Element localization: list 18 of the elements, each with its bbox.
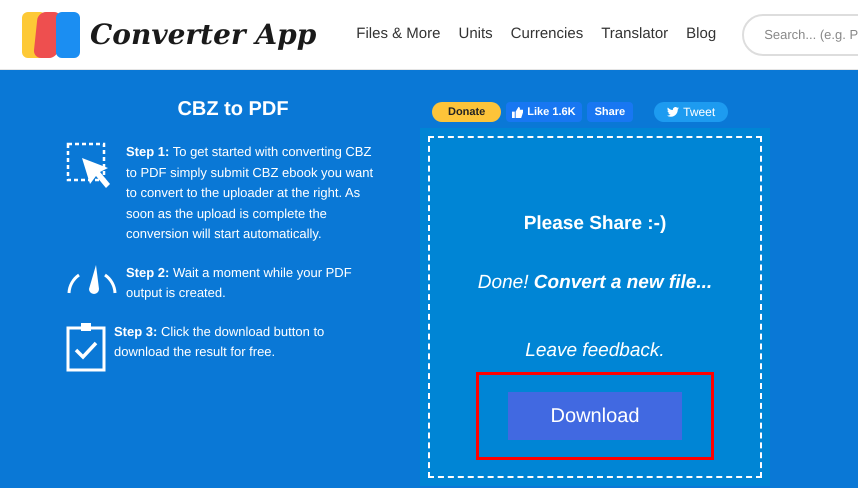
donate-button[interactable]: Donate [432,102,502,122]
like-button[interactable]: Like 1.6K [506,102,582,122]
feedback-link[interactable]: Leave feedback. [525,337,665,366]
share-heading: Please Share :-) [524,212,666,236]
step-text: Step 1: To get started with converting CBZ to PDF simply submit CBZ ebook you want to convert to the uploader at the right. As soon as the upload is complete the conversion will start automatically. [126,143,374,243]
step-text: Step 2: Wait a moment while your PDF output is created. [126,264,353,302]
nav-link[interactable]: Translator [601,23,668,46]
search-field[interactable]: Search... (e.g. P [742,14,858,56]
nav-link[interactable]: Files & More [356,23,440,46]
logo-text: Converter App [90,16,316,52]
convert-link[interactable]: Done! Convert a new file... [478,268,712,297]
share-button[interactable]: Share [586,102,634,122]
nav-link[interactable]: Blog [686,23,716,46]
step-text: Step 3: Click the download button to download the result for free. [114,322,326,361]
page-title: CBZ to PDF [176,97,290,122]
nav-link[interactable]: Currencies [510,23,584,46]
download-button[interactable]: Download [508,392,682,440]
nav-link[interactable]: Units [458,23,493,46]
